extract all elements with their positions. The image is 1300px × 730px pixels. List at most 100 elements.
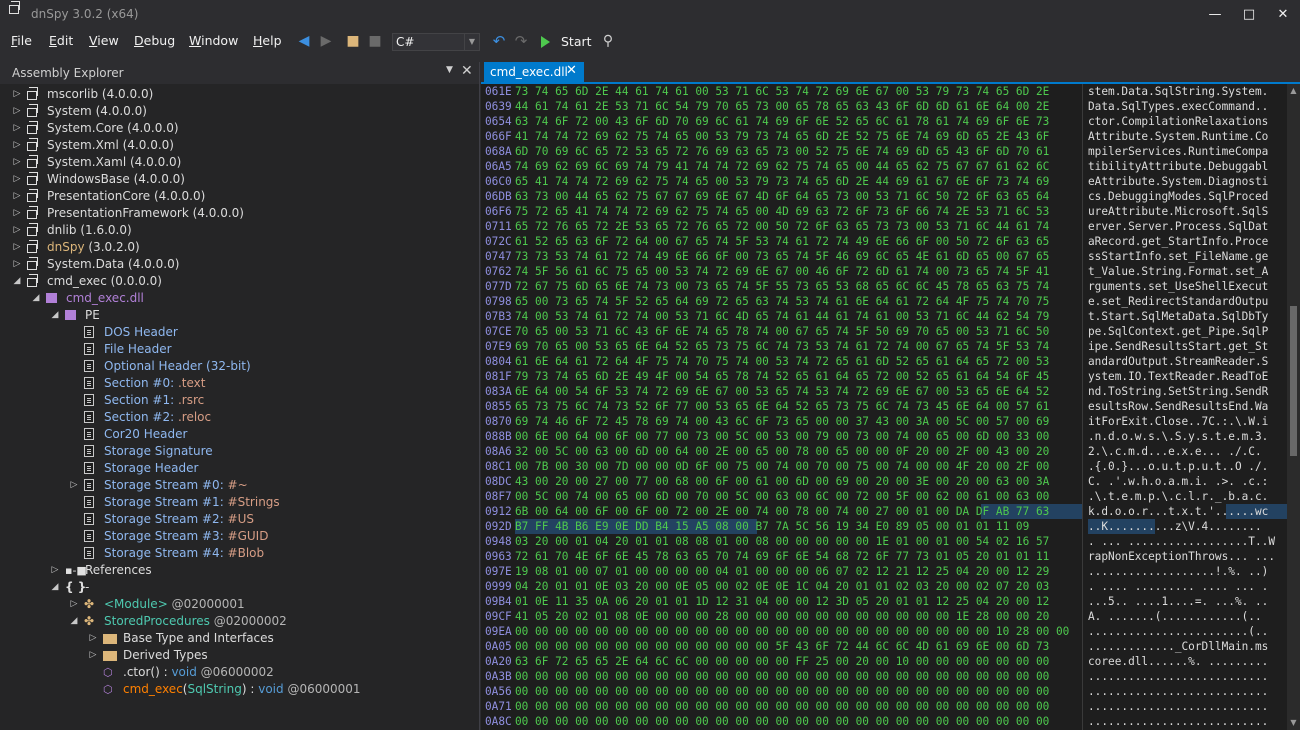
expand-icon[interactable]: ▷ — [12, 137, 22, 154]
hex-row[interactable]: 0870 69 74 46 6F 72 45 78 69 74 00 43 6C … — [481, 414, 1287, 429]
hex-row[interactable]: 06C0 65 41 74 74 72 69 62 75 74 65 00 53 … — [481, 174, 1287, 189]
hex-row[interactable]: 0855 65 73 75 6C 74 73 52 6F 77 00 53 65 … — [481, 399, 1287, 414]
tree-item[interactable]: ▷ dnSpy (3.0.2.0) — [0, 239, 478, 256]
tree-item[interactable]: ▷ ✤ <Module> @02000001 — [0, 596, 478, 613]
hex-editor[interactable]: 061E 73 74 65 6D 2E 44 61 74 61 00 53 71 … — [481, 84, 1300, 730]
hex-row[interactable]: 09EA 00 00 00 00 00 00 00 00 00 00 00 00 … — [481, 624, 1287, 639]
menu-edit[interactable]: Edit — [49, 33, 73, 48]
hex-row[interactable]: 0654 63 74 6F 72 00 43 6F 6D 70 69 6C 61 … — [481, 114, 1287, 129]
maximize-button[interactable]: □ — [1232, 0, 1266, 30]
minimize-button[interactable]: — — [1198, 0, 1232, 30]
hex-row[interactable]: 097E 19 08 01 00 07 01 00 00 00 00 04 01 … — [481, 564, 1287, 579]
tree-item[interactable]: ◢ cmd_exec (0.0.0.0) — [0, 273, 478, 290]
hex-row[interactable]: 0747 73 73 53 74 61 72 74 49 6E 66 6F 00 … — [481, 249, 1287, 264]
hex-row[interactable]: 07B3 74 00 53 74 61 72 74 00 53 71 6C 4D … — [481, 309, 1287, 324]
tree-item[interactable]: Section #2: .reloc — [0, 409, 478, 426]
hex-row[interactable]: 0A05 00 00 00 00 00 00 00 00 00 00 00 00 … — [481, 639, 1287, 654]
menu-debug[interactable]: Debug — [134, 33, 175, 48]
hex-row[interactable]: 08C1 00 7B 00 30 00 7D 00 00 0D 6F 00 75 … — [481, 459, 1287, 474]
expand-icon[interactable]: ▷ — [12, 171, 22, 188]
hex-row[interactable]: 06A5 74 69 62 69 6C 69 74 79 41 74 74 72 … — [481, 159, 1287, 174]
expand-icon[interactable]: ▷ — [88, 647, 98, 664]
tree-item[interactable]: ▷ System.Data (4.0.0.0) — [0, 256, 478, 273]
tree-item[interactable]: Cor20 Header — [0, 426, 478, 443]
hex-row[interactable]: 0912 6B 00 64 00 6F 00 6F 00 72 00 2E 00 … — [481, 504, 1287, 519]
hex-row[interactable]: 0948 03 20 00 01 04 20 01 01 08 08 01 00 … — [481, 534, 1287, 549]
expand-icon[interactable]: ▷ — [50, 562, 60, 579]
expand-icon[interactable]: ▷ — [12, 205, 22, 222]
hex-row[interactable]: 08F7 00 5C 00 74 00 65 00 6D 00 70 00 5C … — [481, 489, 1287, 504]
expand-icon[interactable]: ▷ — [69, 596, 79, 613]
redo-icon[interactable]: ↷ — [513, 33, 529, 49]
hex-row[interactable]: 081F 79 73 74 65 6D 2E 49 4F 00 54 65 78 … — [481, 369, 1287, 384]
panel-dropdown-icon[interactable]: ▼ — [446, 65, 453, 75]
tree-item[interactable]: ▷ PresentationFramework (4.0.0.0) — [0, 205, 478, 222]
hex-row[interactable]: 08A6 32 00 5C 00 63 00 6D 00 64 00 2E 00 … — [481, 444, 1287, 459]
forward-icon[interactable]: ▶ — [318, 33, 334, 49]
tree-item[interactable]: Storage Stream #2: #US — [0, 511, 478, 528]
hex-row[interactable]: 0A56 00 00 00 00 00 00 00 00 00 00 00 00 … — [481, 684, 1287, 699]
hex-row[interactable]: 0804 61 6E 64 61 72 64 4F 75 74 70 75 74 … — [481, 354, 1287, 369]
hex-row[interactable]: 061E 73 74 65 6D 2E 44 61 74 61 00 53 71 … — [481, 84, 1287, 99]
menu-view[interactable]: View — [89, 33, 119, 48]
language-select[interactable]: C# ▼ — [392, 33, 480, 51]
tree-item[interactable]: Storage Header — [0, 460, 478, 477]
hex-row[interactable]: 0798 65 00 73 65 74 5F 52 65 64 69 72 65 … — [481, 294, 1287, 309]
expand-icon[interactable]: ▷ — [12, 222, 22, 239]
scroll-down-icon[interactable]: ▼ — [1287, 716, 1300, 730]
collapse-icon[interactable]: ◢ — [50, 307, 60, 324]
hex-row[interactable]: 09B4 01 0E 11 35 0A 06 20 01 01 1D 12 31 … — [481, 594, 1287, 609]
back-icon[interactable]: ◀ — [296, 33, 312, 49]
expand-icon[interactable]: ▷ — [88, 630, 98, 647]
menu-help[interactable]: Help — [253, 33, 282, 48]
hex-row[interactable]: 08DC 43 00 20 00 27 00 77 00 68 00 6F 00 … — [481, 474, 1287, 489]
tree-item[interactable]: ◢ PE — [0, 307, 478, 324]
tree-item[interactable]: ▷ mscorlib (4.0.0.0) — [0, 86, 478, 103]
hex-row[interactable]: 0A71 00 00 00 00 00 00 00 00 00 00 00 00 … — [481, 699, 1287, 714]
hex-row[interactable]: 0762 74 5F 56 61 6C 75 65 00 53 74 72 69 … — [481, 264, 1287, 279]
collapse-icon[interactable]: ◢ — [31, 290, 41, 307]
expand-icon[interactable]: ▷ — [12, 188, 22, 205]
tree-item[interactable]: ▷ Derived Types — [0, 647, 478, 664]
tree-item[interactable]: DOS Header — [0, 324, 478, 341]
hex-row[interactable]: 0711 65 72 76 65 72 2E 53 65 72 76 65 72 … — [481, 219, 1287, 234]
collapse-icon[interactable]: ◢ — [69, 613, 79, 630]
tree-item[interactable]: ▷ System.Xaml (4.0.0.0) — [0, 154, 478, 171]
hex-row[interactable]: 06DB 63 73 00 44 65 62 75 67 67 69 6E 67 … — [481, 189, 1287, 204]
collapse-icon[interactable]: ◢ — [12, 273, 22, 290]
tree-item[interactable]: ▷ Base Type and Interfaces — [0, 630, 478, 647]
expand-icon[interactable]: ▷ — [69, 477, 79, 494]
tree-item[interactable]: ▷ PresentationCore (4.0.0.0) — [0, 188, 478, 205]
tree-item[interactable]: ⬡ .ctor() : void @06000002 — [0, 664, 478, 681]
tree-item[interactable]: ◢ cmd_exec.dll — [0, 290, 478, 307]
search-icon[interactable]: ⚲ — [600, 33, 616, 49]
hex-row[interactable]: 0A20 63 6F 72 65 65 2E 64 6C 6C 00 00 00 … — [481, 654, 1287, 669]
scrollbar-thumb[interactable] — [1290, 306, 1297, 456]
tab-close-icon[interactable]: ✕ — [566, 63, 577, 78]
tree-item[interactable]: Section #1: .rsrc — [0, 392, 478, 409]
tree-item[interactable]: Optional Header (32-bit) — [0, 358, 478, 375]
hex-row[interactable]: 07CE 70 65 00 53 71 6C 43 6F 6E 74 65 78 … — [481, 324, 1287, 339]
scroll-up-icon[interactable]: ▲ — [1287, 84, 1300, 98]
hex-row[interactable]: 092D B7 FF 4B B6 E9 0E DD B4 15 A5 08 00 … — [481, 519, 1287, 534]
hex-row[interactable]: 0A8C 00 00 00 00 00 00 00 00 00 00 00 00 … — [481, 714, 1287, 729]
hex-row[interactable]: 068A 6D 70 69 6C 65 72 53 65 72 76 69 63 … — [481, 144, 1287, 159]
menu-window[interactable]: Window — [189, 33, 238, 48]
expand-icon[interactable]: ▷ — [12, 239, 22, 256]
hex-row[interactable]: 072C 61 52 65 63 6F 72 64 00 67 65 74 5F … — [481, 234, 1287, 249]
tree-item[interactable]: Storage Signature — [0, 443, 478, 460]
expand-icon[interactable]: ▷ — [12, 86, 22, 103]
hex-row[interactable]: 0A3B 00 00 00 00 00 00 00 00 00 00 00 00 … — [481, 669, 1287, 684]
expand-icon[interactable]: ▷ — [12, 103, 22, 120]
tree-item[interactable]: Storage Stream #4: #Blob — [0, 545, 478, 562]
hex-row[interactable]: 0999 04 20 01 01 0E 03 20 00 0E 05 00 02 … — [481, 579, 1287, 594]
hex-row[interactable]: 077D 72 67 75 6D 65 6E 74 73 00 73 65 74 … — [481, 279, 1287, 294]
tree-item[interactable]: ▷ Storage Stream #0: #~ — [0, 477, 478, 494]
undo-icon[interactable]: ↶ — [491, 33, 507, 49]
tree-item[interactable]: File Header — [0, 341, 478, 358]
tree-item[interactable]: ◢ { } - — [0, 579, 478, 596]
save-all-icon[interactable]: ■ — [367, 33, 383, 49]
hex-row[interactable]: 066F 41 74 74 72 69 62 75 74 65 00 53 79 … — [481, 129, 1287, 144]
collapse-icon[interactable]: ◢ — [50, 579, 60, 596]
hex-row[interactable]: 0639 44 61 74 61 2E 53 71 6C 54 79 70 65 … — [481, 99, 1287, 114]
